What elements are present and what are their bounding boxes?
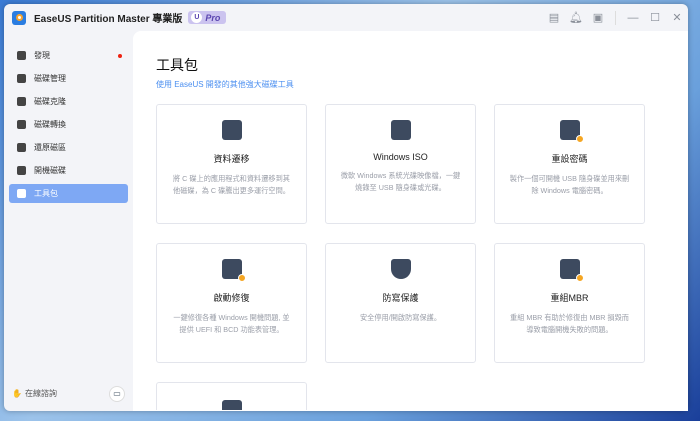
app-window: EaseUS Partition Master 專業版 U Pro ▤ 🔔︎ ▣ … bbox=[4, 4, 688, 411]
page-subtitle: 使用 EaseUS 開發的其他強大磁碟工具 bbox=[156, 80, 294, 89]
card-desc: 製作一個可開機 USB 隨身碟並用來刪除 Windows 電腦密碼。 bbox=[509, 174, 630, 195]
card-title: 啟動修復 bbox=[213, 293, 250, 303]
card-rebuild-mbr[interactable]: 重組MBR 重組 MBR 有助於修復由 MBR 損毀而導致電腦開機失敗的問題。 bbox=[494, 243, 645, 363]
tool-icon bbox=[221, 400, 242, 410]
card-write-protection[interactable]: 防寫保護安全停用/開啟防寫保護。 bbox=[325, 243, 476, 363]
card-desc: 安全停用/開啟防寫保護。 bbox=[359, 313, 442, 322]
sidebar-item-toolkit[interactable]: 工具包 bbox=[9, 184, 128, 203]
card-desc: 重組 MBR 有助於修復由 MBR 損毀而導致電腦開機失敗的問題。 bbox=[510, 313, 629, 334]
sidebar-item-label: 磁碟轉換 bbox=[34, 120, 66, 129]
card-more-tool[interactable] bbox=[156, 382, 307, 410]
mbr-icon bbox=[559, 259, 584, 282]
title-bar: EaseUS Partition Master 專業版 U Pro ▤ 🔔︎ ▣ … bbox=[4, 4, 688, 31]
feedback-button[interactable]: ▭ bbox=[109, 386, 125, 402]
card-desc: 微軟 Windows 系統光碟映像檔，一鍵燒錄至 USB 隨身碟或光碟。 bbox=[340, 171, 461, 192]
card-title: 防寫保護 bbox=[382, 293, 419, 303]
card-desc: 一鍵修復各種 Windows 開機問題, 並提供 UEFI 和 BCD 功能表管… bbox=[173, 313, 290, 334]
card-boot-repair[interactable]: 啟動修復一鍵修復各種 Windows 開機問題, 並提供 UEFI 和 BCD … bbox=[156, 243, 307, 363]
convert-icon bbox=[17, 120, 26, 129]
sidebar-item-disk-convert[interactable]: 磁碟轉換 bbox=[9, 115, 128, 134]
maximize-button[interactable]: ☐ bbox=[644, 11, 666, 24]
sidebar-item-label: 工具包 bbox=[34, 189, 58, 198]
notes-icon[interactable]: ▤ bbox=[543, 11, 565, 24]
app-title: EaseUS Partition Master 專業版 bbox=[34, 14, 183, 25]
page-title: 工具包 bbox=[156, 57, 198, 73]
close-button[interactable]: ✕ bbox=[666, 11, 688, 24]
bell-icon[interactable]: 🔔︎ bbox=[565, 11, 587, 24]
recovery-icon bbox=[17, 143, 26, 152]
card-data-migration[interactable]: 資料遷移將 C 碟上的應用程式和資料遷移到其他磁碟，為 C 碟騰出更多運行空間。 bbox=[156, 104, 307, 224]
wave-hand-icon: ✋ bbox=[12, 389, 22, 398]
pro-badge[interactable]: U Pro bbox=[188, 11, 227, 24]
shield-icon bbox=[390, 259, 411, 279]
sidebar-item-label: 還原磁區 bbox=[34, 143, 66, 152]
card-title: 重設密碼 bbox=[551, 154, 588, 164]
divider bbox=[615, 10, 616, 25]
pro-badge-letter: U bbox=[191, 12, 203, 23]
sidebar-item-disk-clone[interactable]: 磁碟克隆 bbox=[9, 92, 128, 111]
sidebar: 發現 磁碟管理 磁碟克隆 磁碟轉換 還原磁區 開機磁碟 工具包 ✋ 在線諮詢 ▭ bbox=[4, 31, 133, 411]
sidebar-item-disk-management[interactable]: 磁碟管理 bbox=[9, 69, 128, 88]
notification-dot bbox=[118, 53, 122, 58]
sidebar-item-discover[interactable]: 發現 bbox=[9, 46, 128, 65]
sidebar-item-partition-recovery[interactable]: 還原磁區 bbox=[9, 138, 128, 157]
card-title: 重組MBR bbox=[550, 293, 589, 303]
toolbox-icon bbox=[17, 189, 26, 198]
pie-icon bbox=[17, 74, 26, 83]
sidebar-item-boot-disk[interactable]: 開機磁碟 bbox=[9, 161, 128, 180]
lock-icon bbox=[559, 120, 584, 143]
monitor-icon: ▭ bbox=[113, 389, 121, 398]
usb-icon bbox=[17, 166, 26, 175]
minimize-button[interactable]: — bbox=[622, 12, 644, 24]
disk-chart-icon bbox=[221, 120, 242, 140]
sidebar-item-label: 發現 bbox=[34, 51, 50, 60]
app-logo-icon bbox=[12, 10, 26, 25]
help-label: 在線諮詢 bbox=[24, 389, 57, 398]
card-desc: 將 C 碟上的應用程式和資料遷移到其他磁碟，為 C 碟騰出更多運行空間。 bbox=[173, 174, 290, 195]
sidebar-item-label: 開機磁碟 bbox=[34, 166, 66, 175]
online-help-link[interactable]: ✋ 在線諮詢 bbox=[12, 388, 57, 399]
windows-repair-icon bbox=[221, 259, 246, 282]
card-title: 資料遷移 bbox=[213, 154, 250, 164]
card-title: Windows ISO bbox=[373, 152, 428, 162]
pro-badge-label: Pro bbox=[205, 12, 221, 23]
sidebar-item-label: 磁碟克隆 bbox=[34, 97, 66, 106]
compass-icon bbox=[17, 51, 26, 60]
iso-icon bbox=[390, 120, 411, 140]
clone-icon bbox=[17, 97, 26, 106]
card-windows-iso[interactable]: Windows ISO 微軟 Windows 系統光碟映像檔，一鍵燒錄至 USB … bbox=[325, 104, 476, 224]
card-reset-password[interactable]: 重設密碼製作一個可開機 USB 隨身碟並用來刪除 Windows 電腦密碼。 bbox=[494, 104, 645, 224]
sidebar-item-label: 磁碟管理 bbox=[34, 74, 66, 83]
main-panel: 工具包 使用 EaseUS 開發的其他強大磁碟工具 資料遷移將 C 碟上的應用程… bbox=[133, 31, 688, 411]
menu-dropdown-icon[interactable]: ▣ bbox=[587, 11, 609, 24]
